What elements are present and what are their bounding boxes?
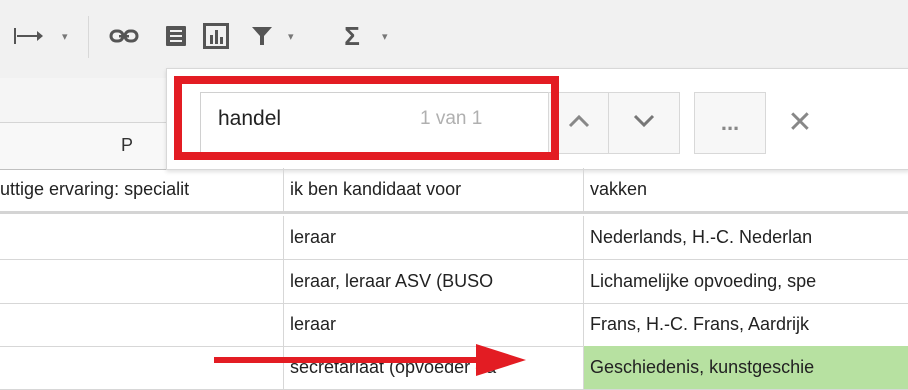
table-cell[interactable]	[0, 216, 284, 259]
chevron-down-icon	[633, 114, 655, 133]
filter-caret[interactable]: ▾	[288, 16, 294, 56]
sum-icon[interactable]: Σ	[338, 16, 366, 56]
table-cell[interactable]: leraar	[284, 216, 584, 259]
sum-caret[interactable]: ▾	[382, 16, 388, 56]
filter-icon[interactable]	[248, 16, 276, 56]
toolbar-divider	[88, 16, 89, 58]
highlight-annotation-box	[174, 76, 559, 160]
chevron-up-icon	[568, 114, 590, 133]
table-cell[interactable]: leraar, leraar ASV (BUSO	[284, 260, 584, 303]
column-header-p-label: P	[121, 135, 134, 155]
table-cell[interactable]: vakken	[584, 168, 908, 211]
text-wrap-icon[interactable]	[10, 16, 46, 56]
find-more-options-button[interactable]: ...	[694, 92, 766, 154]
table-row: leraar Nederlands, H.-C. Nederlan	[0, 216, 908, 260]
text-wrap-caret[interactable]: ▾	[62, 16, 68, 56]
table-header-row: uttige ervaring: specialit ik ben kandid…	[0, 168, 908, 214]
link-icon[interactable]	[108, 16, 140, 56]
close-icon[interactable]: ✕	[780, 102, 820, 142]
table-cell[interactable]	[0, 260, 284, 303]
arrow-annotation-icon	[214, 344, 526, 376]
table-row: leraar, leraar ASV (BUSO Lichamelijke op…	[0, 260, 908, 304]
find-next-button[interactable]	[608, 92, 680, 154]
table-cell[interactable]: ik ben kandidaat voor	[284, 168, 584, 211]
table-cell[interactable]: Frans, H.-C. Frans, Aardrijk	[584, 303, 908, 346]
table-cell[interactable]: uttige ervaring: specialit	[0, 168, 284, 211]
table-cell[interactable]: Nederlands, H.-C. Nederlan	[584, 216, 908, 259]
table-cell[interactable]: Lichamelijke opvoeding, spe	[584, 260, 908, 303]
comment-icon[interactable]	[162, 16, 190, 56]
chart-icon[interactable]	[200, 16, 232, 56]
matched-cell[interactable]: Geschiedenis, kunstgeschie	[584, 346, 908, 389]
